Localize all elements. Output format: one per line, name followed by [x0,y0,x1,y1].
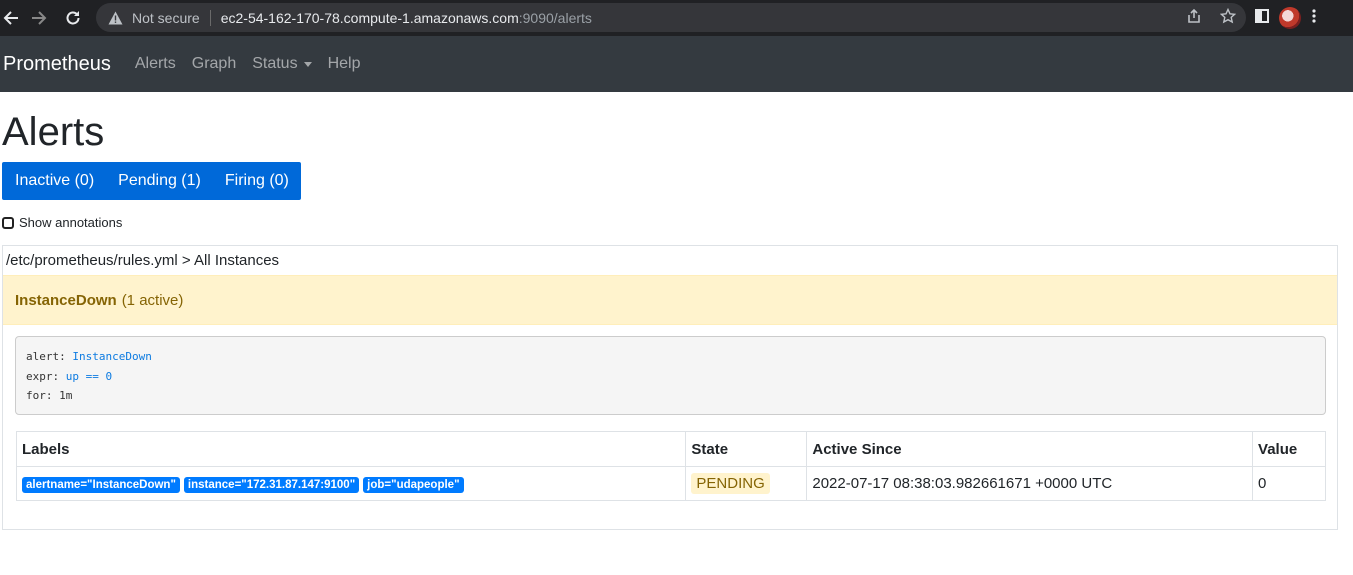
rule-alert-value[interactable]: InstanceDown [72,350,151,363]
column-header-labels: Labels [15,431,687,467]
show-annotations-label: Show annotations [19,215,123,230]
filter-pending-button[interactable]: Pending (1) [106,162,213,200]
rule-expr-key: expr: [26,369,60,383]
column-header-state: State [685,431,808,467]
warning-icon[interactable] [108,11,128,25]
label-badge: alertname="InstanceDown" [22,476,180,493]
address-bar[interactable]: Not secure ec2-54-162-170-78.compute-1.a… [96,3,1246,32]
prometheus-navbar: Prometheus Alerts Graph Status Help [0,36,1353,92]
nav-status[interactable]: Status [252,55,312,73]
column-header-value: Value [1252,431,1326,467]
column-header-active-since: Active Since [806,431,1254,467]
alerts-table: Labels State Active Since Value alertnam… [15,431,1326,501]
label-badge: job="udapeople" [363,476,464,493]
table-row: alertname="InstanceDown" instance="172.31… [15,466,1326,501]
more-menu-icon[interactable] [1311,8,1317,29]
reload-icon[interactable] [58,3,88,33]
side-panel-icon[interactable] [1255,8,1269,28]
rule-alert-key: alert: [26,350,66,363]
rule-expr-line: expr: up == 0 [26,367,1315,387]
url-path: :9090/alerts [518,9,592,26]
alert-rule-toggle[interactable]: InstanceDown (1 active) [3,275,1337,325]
labels-cell: alertname="InstanceDown" instance="172.31… [15,466,687,501]
bookmark-star-icon[interactable] [1219,7,1237,27]
show-annotations-toggle[interactable]: Show annotations [2,215,122,230]
security-status[interactable]: Not secure [132,10,200,26]
rule-expr-value[interactable]: up == 0 [66,370,112,383]
state-badge: PENDING [691,473,770,494]
share-icon[interactable] [1186,8,1202,27]
caret-down-icon [303,61,312,67]
active-since-cell: 2022-07-17 08:38:03.982661671 +0000 UTC [806,466,1254,501]
forward-icon[interactable] [24,3,54,33]
rule-alert-line: alert: InstanceDown [26,347,1315,367]
rule-for-value: 1m [59,389,73,402]
filter-inactive-button[interactable]: Inactive (0) [2,162,106,200]
rule-group-card: /etc/prometheus/rules.yml > All Instance… [2,245,1338,530]
rule-for-key: for: [26,389,53,402]
state-cell: PENDING [685,466,808,501]
back-icon[interactable] [0,3,26,33]
nav-graph[interactable]: Graph [192,55,236,73]
alert-rule-name: InstanceDown [15,291,117,309]
profile-avatar[interactable] [1279,7,1301,29]
rule-definition: alert: InstanceDown expr: up == 0 for: 1… [15,336,1326,415]
browser-toolbar: Not secure ec2-54-162-170-78.compute-1.a… [0,0,1353,36]
value-cell: 0 [1252,466,1326,501]
nav-alerts[interactable]: Alerts [135,55,176,73]
filter-firing-button[interactable]: Firing (0) [213,162,301,200]
nav-help[interactable]: Help [328,55,361,73]
label-badge: instance="172.31.87.147:9100" [183,476,360,493]
brand-link[interactable]: Prometheus [3,53,111,76]
address-divider [209,9,211,26]
table-header-row: Labels State Active Since Value [15,431,1326,467]
rule-for-line: for: 1m [26,386,1315,406]
show-annotations-checkbox[interactable] [2,216,14,229]
page-title: Alerts [2,110,105,154]
url-host: ec2-54-162-170-78.compute-1.amazonaws.co… [220,9,519,26]
alert-state-filter: Inactive (0) Pending (1) Firing (0) [2,162,301,200]
alert-active-count: (1 active) [121,291,184,309]
rule-group-header: /etc/prometheus/rules.yml > All Instance… [6,252,280,269]
nav-status-label: Status [252,55,298,72]
